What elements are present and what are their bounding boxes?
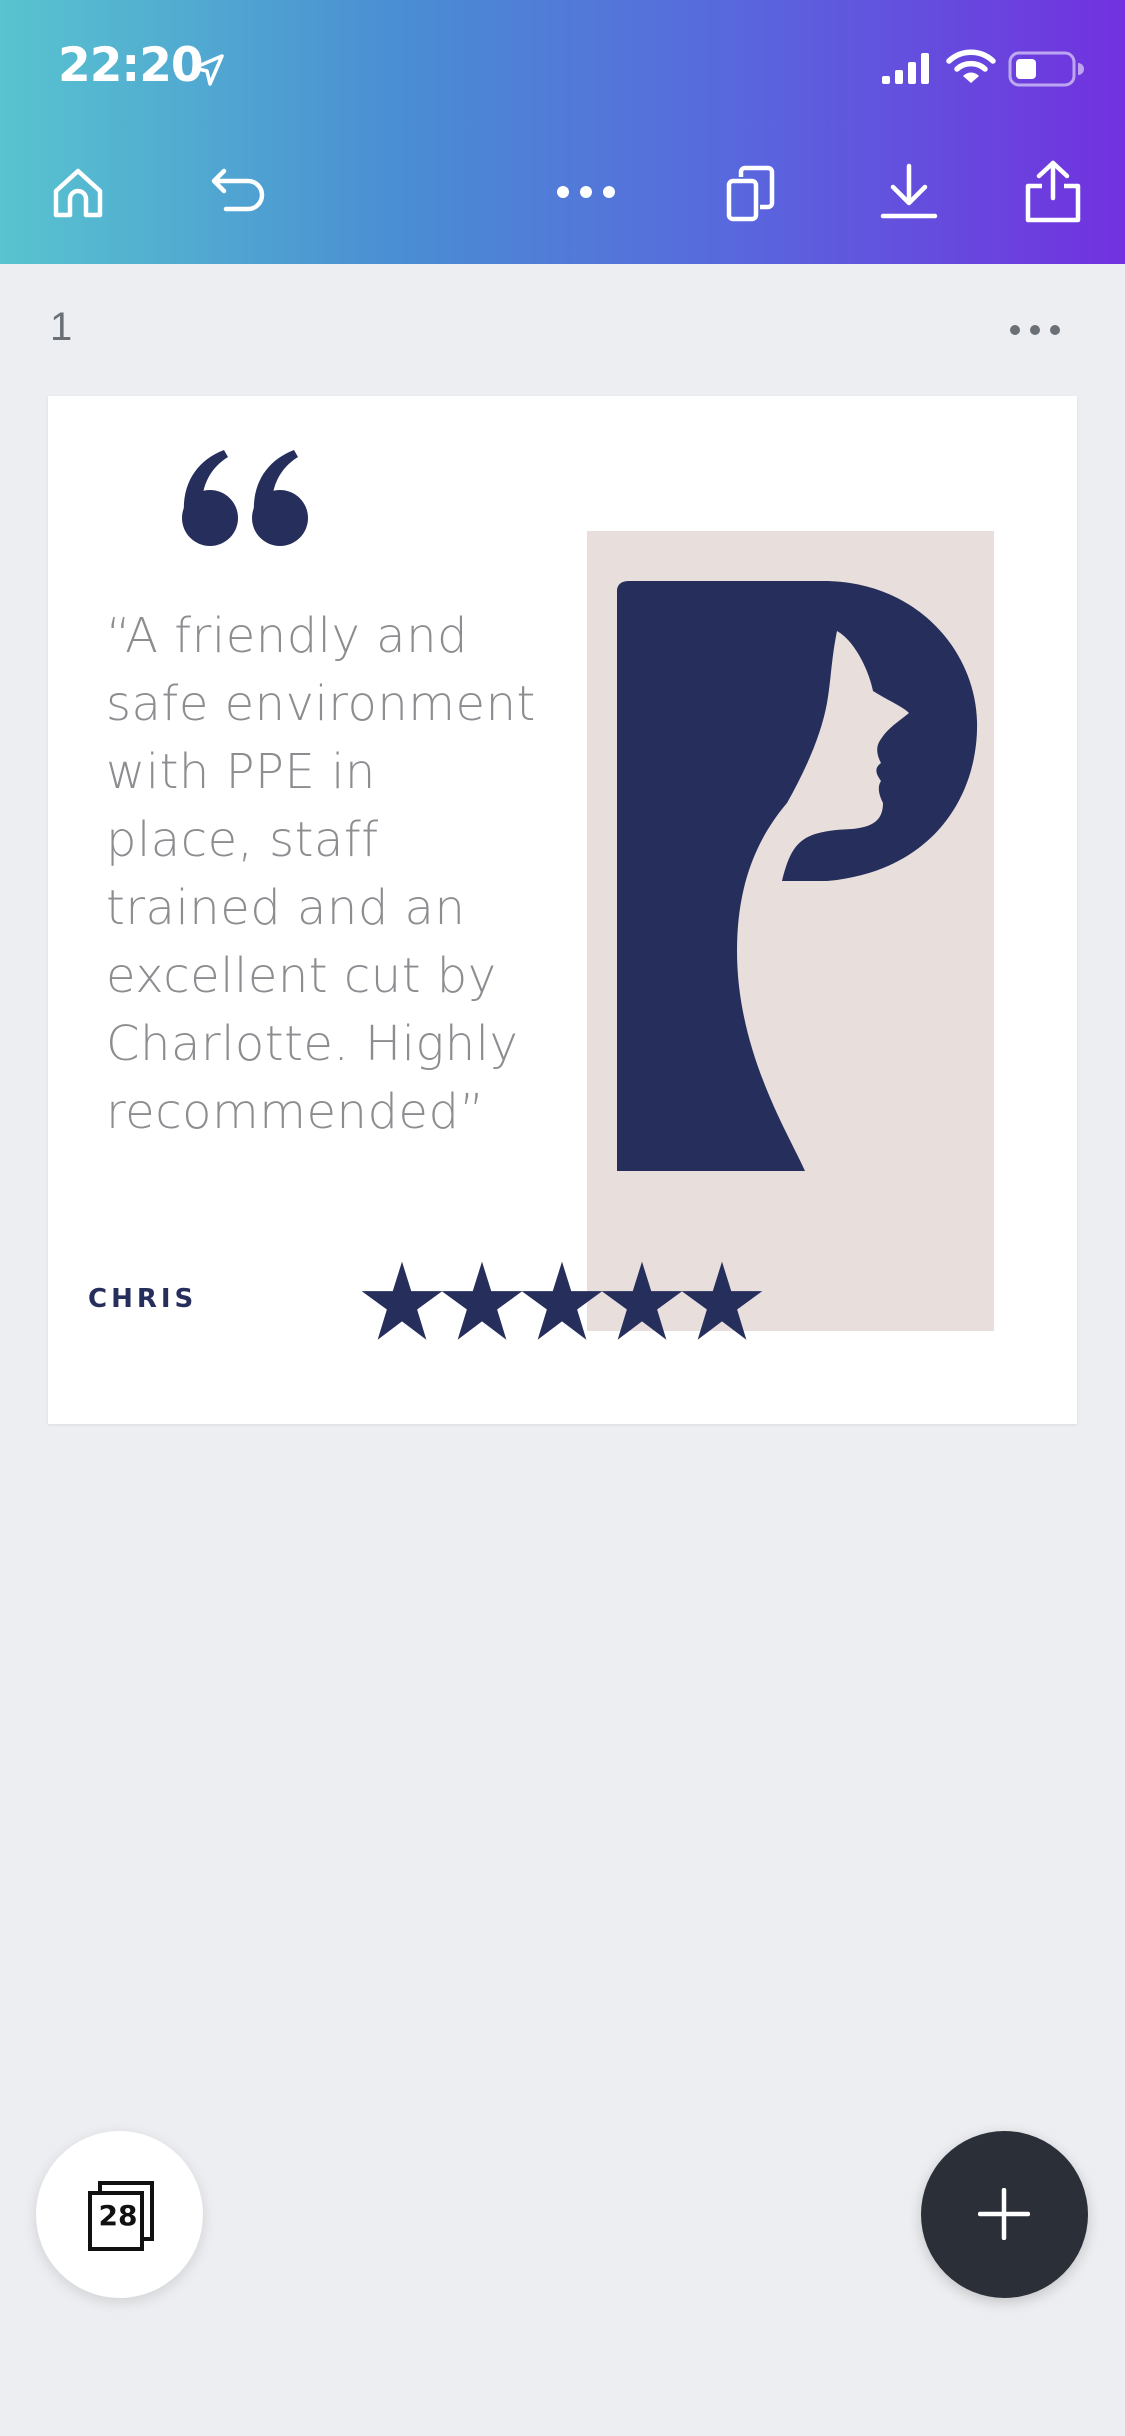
star-icon xyxy=(441,1261,523,1340)
more-horizontal-icon[interactable] xyxy=(555,175,617,209)
woman-profile-logo xyxy=(617,581,978,1171)
testimonial-quote: “A friendly and safe environment with PP… xyxy=(106,608,536,1140)
wifi-icon xyxy=(946,49,996,83)
page-more-icon[interactable] xyxy=(1008,318,1062,342)
home-icon[interactable] xyxy=(48,163,108,223)
star-rating xyxy=(360,1260,765,1344)
star-icon xyxy=(681,1261,763,1340)
page-number: 1 xyxy=(50,305,73,349)
copy-pages-icon[interactable] xyxy=(724,160,782,226)
top-toolbar: 22:20 xyxy=(0,0,1125,264)
share-icon[interactable] xyxy=(1022,158,1084,226)
download-icon[interactable] xyxy=(878,160,940,226)
star-icon xyxy=(361,1261,443,1340)
pages-count: 28 xyxy=(98,2199,138,2232)
star-icon xyxy=(601,1261,683,1340)
undo-icon[interactable] xyxy=(208,163,274,223)
signal-bars-icon xyxy=(882,53,929,84)
location-arrow-icon xyxy=(192,54,224,86)
plus-icon xyxy=(978,2188,1030,2240)
quote-mark-icon xyxy=(182,450,308,546)
status-time: 22:20 xyxy=(58,38,204,93)
star-icon xyxy=(521,1261,603,1340)
review-author: CHRIS xyxy=(88,1284,198,1314)
battery-icon xyxy=(1008,51,1084,87)
